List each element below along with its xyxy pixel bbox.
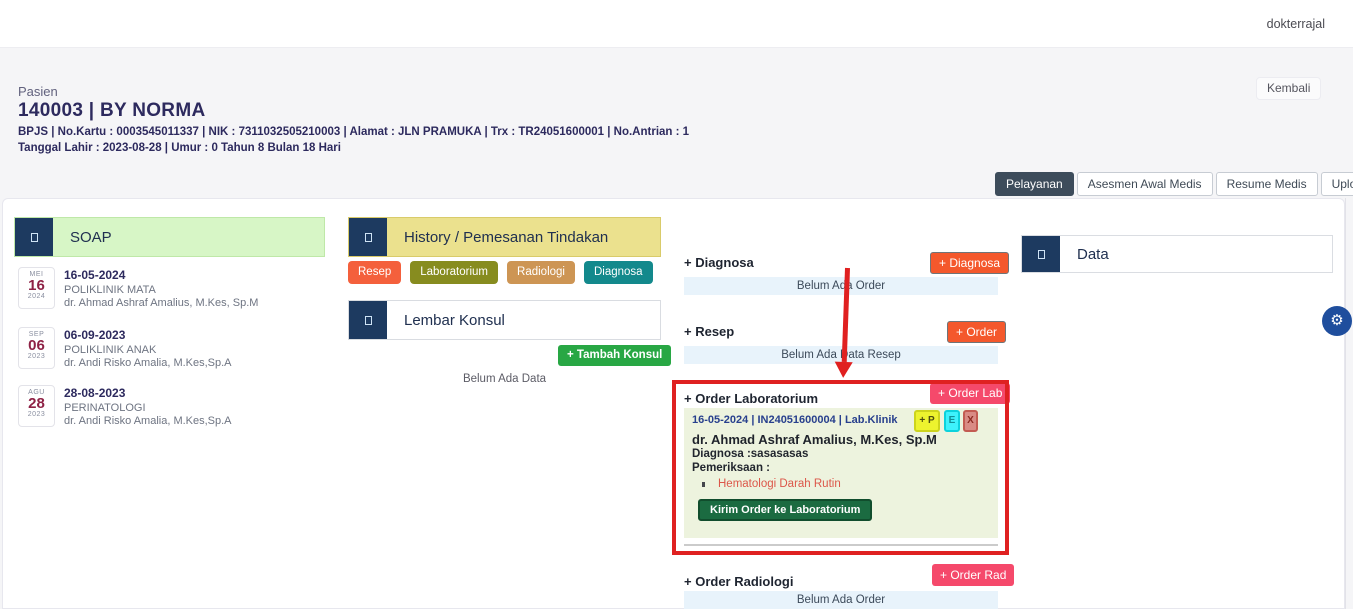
- lab-test-item: Hematologi Darah Rutin: [718, 478, 841, 490]
- entry-date: 16-05-2024: [64, 268, 258, 282]
- tab-upload-file[interactable]: Upload File: [1321, 172, 1353, 196]
- entry-doctor: dr. Ahmad Ashraf Amalius, M.Kes, Sp.M: [64, 297, 258, 309]
- konsul-empty-text: Belum Ada Data: [348, 373, 661, 385]
- history-panel-icon: [349, 218, 387, 256]
- tambah-konsul-button[interactable]: + Tambah Konsul: [558, 345, 671, 366]
- konsul-panel-icon: [349, 301, 387, 339]
- entry-doctor: dr. Andi Risko Amalia, M.Kes,Sp.A: [64, 357, 232, 369]
- entry-clinic: POLIKLINIK ANAK: [64, 344, 232, 356]
- tab-asesmen-awal-medis[interactable]: Asesmen Awal Medis: [1077, 172, 1213, 196]
- entry-date: 28-08-2023: [64, 386, 232, 400]
- soap-panel-icon: [15, 218, 53, 256]
- data-panel-icon: [1022, 236, 1060, 272]
- tab-pelayanan[interactable]: Pelayanan: [995, 172, 1074, 196]
- date-badge: MEI 16 2024: [18, 267, 55, 309]
- soap-panel-header: SOAP: [14, 217, 325, 257]
- lab-section-heading: + Order Laboratorium: [684, 391, 818, 406]
- tab-resume-medis[interactable]: Resume Medis: [1216, 172, 1318, 196]
- badge-year: 2023: [19, 411, 54, 418]
- data-panel-title: Data: [1060, 236, 1332, 272]
- add-lab-order-button[interactable]: + Order Lab: [930, 383, 1010, 404]
- username[interactable]: dokterrajal: [1267, 17, 1325, 31]
- lab-order-diagnosa: Diagnosa :sasasasas: [692, 448, 808, 460]
- lab-order-card: 16-05-2024 | IN24051600004 | Lab.Klinik …: [684, 408, 998, 538]
- resep-button[interactable]: Resep: [348, 261, 401, 284]
- patient-label: Pasien: [18, 84, 689, 99]
- print-order-button[interactable]: + P: [914, 410, 940, 432]
- tab-bar: Pelayanan Asesmen Awal Medis Resume Medi…: [995, 172, 1353, 196]
- diagnosa-button[interactable]: Diagnosa: [584, 261, 653, 284]
- laboratorium-button[interactable]: Laboratorium: [410, 261, 498, 284]
- patient-header: Pasien 140003 | BY NORMA BPJS | No.Kartu…: [18, 84, 689, 154]
- radiologi-button[interactable]: Radiologi: [507, 261, 575, 284]
- bullet-icon: [702, 482, 705, 487]
- soap-entry[interactable]: AGU 28 2023 28-08-2023 PERINATOLOGI dr. …: [18, 385, 323, 427]
- add-rad-order-button[interactable]: + Order Rad: [932, 564, 1014, 586]
- patient-info-line2: Tanggal Lahir : 2023-08-28 | Umur : 0 Ta…: [18, 142, 689, 154]
- edit-order-button[interactable]: E: [944, 410, 960, 432]
- badge-year: 2024: [19, 293, 54, 300]
- diagnosa-section-heading: + Diagnosa: [684, 255, 754, 270]
- date-badge: SEP 06 2023: [18, 327, 55, 369]
- history-buttons-row: Resep Laboratorium Radiologi Diagnosa: [348, 261, 653, 284]
- patient-name: 140003 | BY NORMA: [18, 100, 689, 122]
- history-panel-header: History / Pemesanan Tindakan: [348, 217, 661, 257]
- date-badge: AGU 28 2023: [18, 385, 55, 427]
- badge-day: 06: [19, 338, 54, 353]
- lab-order-header: 16-05-2024 | IN24051600004 | Lab.Klinik: [692, 414, 898, 426]
- top-navbar: dokterrajal: [0, 0, 1353, 48]
- delete-order-button[interactable]: X: [963, 410, 978, 432]
- entry-doctor: dr. Andi Risko Amalia, M.Kes,Sp.A: [64, 415, 232, 427]
- data-panel-header: Data: [1021, 235, 1333, 273]
- soap-panel-title: SOAP: [53, 218, 324, 256]
- history-panel-title: History / Pemesanan Tindakan: [387, 218, 660, 256]
- rad-section-heading: + Order Radiologi: [684, 574, 793, 589]
- add-diagnosa-button[interactable]: + Diagnosa: [930, 252, 1009, 274]
- card-divider: [684, 544, 998, 546]
- rad-empty-strip: Belum Ada Order: [684, 591, 998, 609]
- settings-gear-icon[interactable]: ⚙: [1322, 306, 1352, 336]
- pemeriksaan-label: Pemeriksaan :: [692, 462, 770, 474]
- patient-info-line1: BPJS | No.Kartu : 0003545011337 | NIK : …: [18, 126, 689, 138]
- badge-year: 2023: [19, 353, 54, 360]
- back-button[interactable]: Kembali: [1256, 77, 1321, 100]
- badge-day: 28: [19, 396, 54, 411]
- entry-date: 06-09-2023: [64, 328, 232, 342]
- add-resep-order-button[interactable]: + Order: [947, 321, 1006, 343]
- badge-day: 16: [19, 278, 54, 293]
- soap-entry[interactable]: SEP 06 2023 06-09-2023 POLIKLINIK ANAK d…: [18, 327, 323, 369]
- entry-clinic: PERINATOLOGI: [64, 402, 232, 414]
- scrollbar-track[interactable]: [1345, 198, 1346, 609]
- lab-order-doctor: dr. Ahmad Ashraf Amalius, M.Kes, Sp.M: [692, 432, 937, 447]
- soap-entry[interactable]: MEI 16 2024 16-05-2024 POLIKLINIK MATA d…: [18, 267, 323, 309]
- resep-section-heading: + Resep: [684, 324, 734, 339]
- kirim-order-button[interactable]: Kirim Order ke Laboratorium: [698, 499, 872, 521]
- resep-empty-strip: Belum Ada Data Resep: [684, 346, 998, 364]
- konsul-panel-title: Lembar Konsul: [387, 301, 660, 339]
- entry-clinic: POLIKLINIK MATA: [64, 284, 258, 296]
- konsul-panel-header: Lembar Konsul: [348, 300, 661, 340]
- diagnosa-empty-strip: Belum Ada Order: [684, 277, 998, 295]
